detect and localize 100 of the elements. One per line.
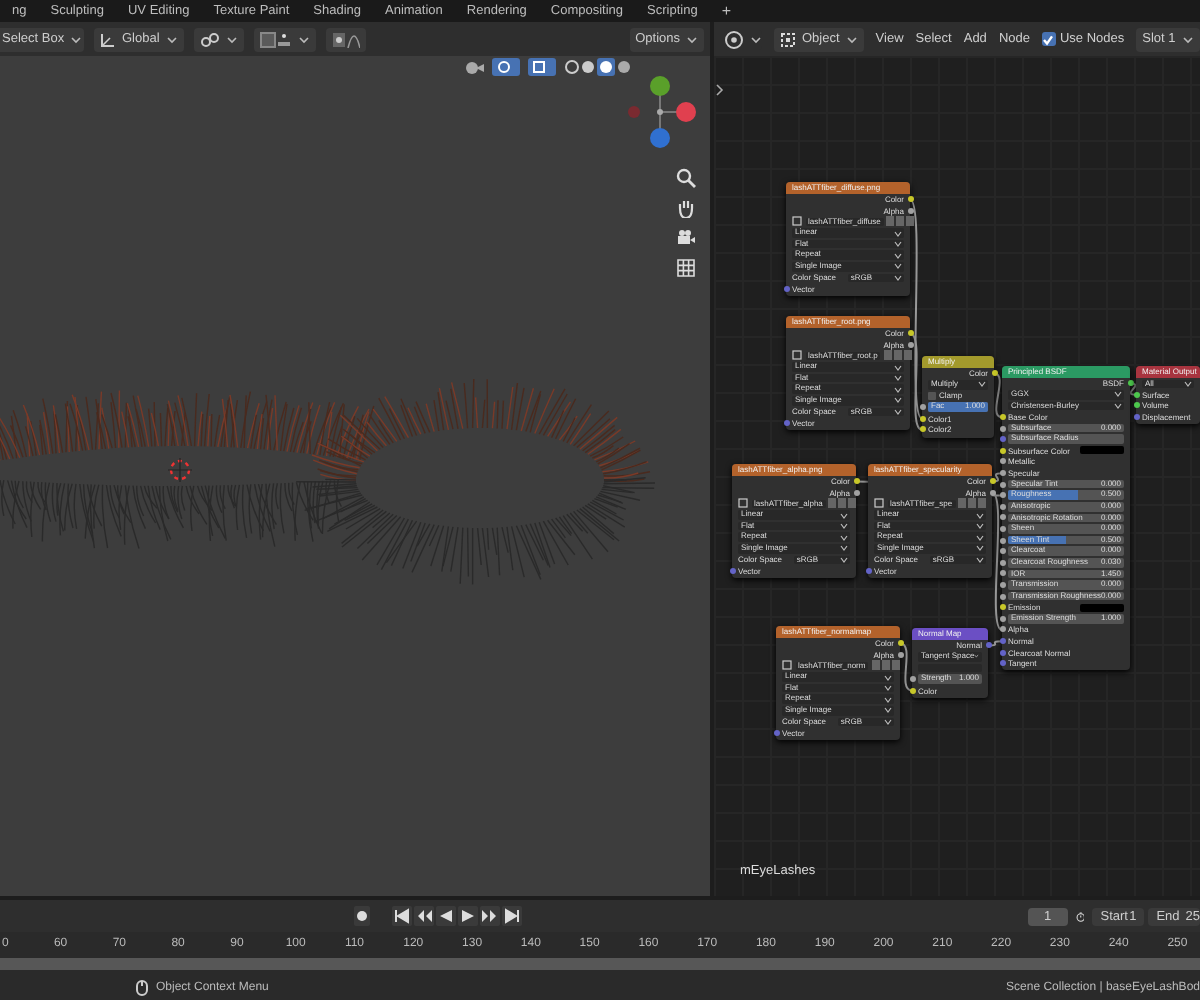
caret-icon: [750, 33, 762, 45]
socket[interactable]: [989, 478, 995, 485]
check-icon: [1042, 33, 1055, 45]
socket[interactable]: [999, 593, 1005, 600]
playback-button[interactable]: [414, 906, 434, 926]
previous-keyframe-icon: [416, 908, 432, 924]
caret-icon: [1183, 379, 1191, 388]
overlay-icon: [492, 58, 520, 76]
socket[interactable]: [999, 615, 1005, 622]
socket[interactable]: [999, 537, 1005, 544]
shading-mode-icon: [564, 58, 632, 76]
socket[interactable]: [999, 414, 1005, 421]
image-icon: [738, 498, 748, 509]
grid-icon: [676, 258, 696, 278]
hand-icon: [676, 198, 696, 218]
socket[interactable]: [999, 481, 1005, 488]
image-actions-icon: [958, 498, 987, 509]
socket[interactable]: [907, 330, 913, 337]
color-swatch[interactable]: [1080, 446, 1124, 455]
next-keyframe-icon: [482, 908, 498, 924]
socket[interactable]: [853, 478, 859, 485]
socket[interactable]: [999, 626, 1005, 633]
jump-start-icon: [394, 908, 410, 924]
socket[interactable]: [999, 581, 1005, 588]
socket[interactable]: [999, 548, 1005, 555]
xray-icon: [528, 58, 556, 76]
socket[interactable]: [999, 425, 1005, 432]
socket[interactable]: [999, 503, 1005, 510]
snap-dropdown[interactable]: [253, 27, 316, 51]
socket[interactable]: [1133, 402, 1139, 409]
checkbox[interactable]: [1041, 32, 1056, 46]
image-icon: [874, 498, 884, 509]
zoom-icon: [676, 168, 696, 188]
image-icon: [792, 350, 802, 361]
playback-button[interactable]: [458, 906, 478, 926]
socket[interactable]: [999, 559, 1005, 566]
node-link: [1129, 382, 1137, 396]
socket[interactable]: [999, 514, 1005, 521]
pivot-dropdown[interactable]: [193, 27, 244, 51]
caret-icon: [977, 380, 985, 389]
socket[interactable]: [907, 196, 913, 203]
socket[interactable]: [999, 570, 1005, 577]
socket[interactable]: [907, 207, 913, 214]
falloff-icon: [331, 31, 360, 47]
playback-button[interactable]: [436, 906, 456, 926]
socket[interactable]: [991, 370, 997, 377]
socket[interactable]: [897, 651, 903, 658]
play-reverse-icon: [438, 908, 454, 924]
socket[interactable]: [999, 492, 1005, 499]
mouse-icon: [136, 979, 148, 995]
image-icon: [792, 216, 802, 227]
stopwatch-icon: [1075, 907, 1085, 925]
image-actions-icon: [871, 660, 900, 671]
caret-icon: [686, 33, 698, 45]
record-button[interactable]: [354, 906, 370, 926]
image-icon: [782, 660, 792, 671]
image-actions-icon: [828, 498, 857, 509]
socket[interactable]: [999, 458, 1005, 465]
socket[interactable]: [919, 426, 925, 433]
caret-icon: [845, 33, 858, 45]
playback-button[interactable]: [392, 906, 412, 926]
playback-button[interactable]: [480, 906, 500, 926]
checkbox[interactable]: [928, 392, 935, 400]
socket[interactable]: [919, 404, 925, 411]
record-icon: [356, 910, 368, 922]
socket[interactable]: [909, 676, 915, 683]
node-link: [993, 372, 1003, 419]
socket[interactable]: [989, 489, 995, 496]
socket[interactable]: [919, 415, 925, 422]
playback-button[interactable]: [502, 906, 522, 926]
socket[interactable]: [909, 687, 915, 694]
caret-icon: [70, 33, 83, 45]
jump-end-icon: [504, 908, 520, 924]
socket[interactable]: [897, 640, 903, 647]
shader-node[interactable]: [1002, 366, 1130, 671]
3d-cursor-icon: [167, 457, 193, 483]
node-link: [899, 642, 913, 692]
socket[interactable]: [999, 526, 1005, 533]
play-icon: [460, 908, 476, 924]
camera-icon: [676, 228, 696, 248]
uv-map-field[interactable]: [918, 663, 982, 673]
socket[interactable]: [999, 604, 1005, 611]
caret-icon: [165, 33, 178, 45]
socket[interactable]: [907, 341, 913, 348]
image-actions-icon: [886, 216, 915, 227]
socket[interactable]: [999, 447, 1005, 454]
socket[interactable]: [1127, 380, 1133, 387]
color-swatch[interactable]: [1080, 603, 1124, 612]
caret-icon: [1181, 33, 1194, 45]
add-workspace-button[interactable]: +: [709, 0, 744, 22]
caret-icon: [225, 33, 238, 45]
socket[interactable]: [1133, 391, 1139, 398]
socket[interactable]: [853, 489, 859, 496]
snap-icon: [259, 31, 292, 47]
node-editor-icon: [724, 29, 744, 49]
proportional-edit-button[interactable]: [325, 27, 366, 51]
socket[interactable]: [999, 470, 1005, 477]
axes-icon: [100, 31, 116, 47]
caret-icon: [297, 33, 310, 45]
link-icon: [199, 31, 220, 47]
